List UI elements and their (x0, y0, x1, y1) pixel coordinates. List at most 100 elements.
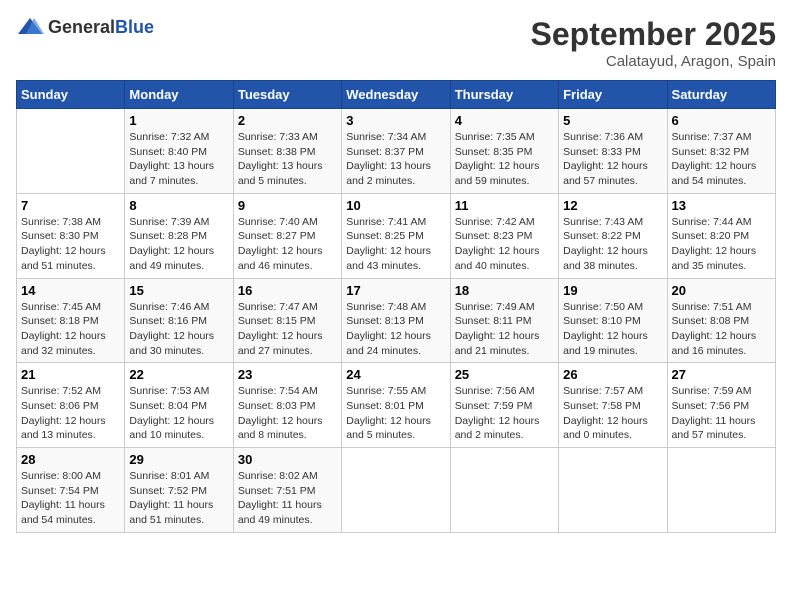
calendar-cell: 26Sunrise: 7:57 AM Sunset: 7:58 PM Dayli… (559, 363, 667, 448)
header-cell-sunday: Sunday (17, 81, 125, 109)
calendar-cell (17, 109, 125, 194)
logo-icon (16, 16, 44, 38)
day-number: 29 (129, 452, 228, 467)
calendar-cell: 28 Sunrise: 8:00 AM Sunset: 7:54 PM Dayli… (17, 448, 125, 533)
calendar-cell: 30 Sunrise: 8:02 AM Sunset: 7:51 PM Dayli… (233, 448, 341, 533)
calendar-cell: 9Sunrise: 7:40 AM Sunset: 8:27 PM Daylig… (233, 193, 341, 278)
calendar-cell: 8 Sunrise: 7:39 AM Sunset: 8:28 PM Daylig… (125, 193, 233, 278)
calendar-week-1: 1 Sunrise: 7:32 AM Sunset: 8:40 PM Daylig… (17, 109, 776, 194)
calendar-week-4: 21 Sunrise: 7:52 AM Sunset: 8:06 PM Dayli… (17, 363, 776, 448)
day-info: Sunrise: 7:35 AM Sunset: 8:35 PM Dayligh… (455, 130, 554, 189)
day-number: 15 (129, 283, 228, 298)
day-info: Sunrise: 7:52 AM Sunset: 8:06 PM Dayligh… (21, 384, 120, 443)
day-info: Sunrise: 7:46 AM Sunset: 8:16 PM Dayligh… (129, 300, 228, 359)
calendar-cell: 2Sunrise: 7:33 AM Sunset: 8:38 PM Daylig… (233, 109, 341, 194)
day-info: Sunrise: 7:55 AM Sunset: 8:01 PM Dayligh… (346, 384, 445, 443)
day-number: 20 (672, 283, 771, 298)
day-info: Sunrise: 7:57 AM Sunset: 7:58 PM Dayligh… (563, 384, 662, 443)
day-info: Sunrise: 7:48 AM Sunset: 8:13 PM Dayligh… (346, 300, 445, 359)
day-number: 5 (563, 113, 662, 128)
calendar-cell: 14 Sunrise: 7:45 AM Sunset: 8:18 PM Dayli… (17, 278, 125, 363)
day-info: Sunrise: 7:39 AM Sunset: 8:28 PM Dayligh… (129, 215, 228, 274)
day-number: 19 (563, 283, 662, 298)
day-number: 25 (455, 367, 554, 382)
day-number: 9 (238, 198, 337, 213)
day-info: Sunrise: 7:41 AM Sunset: 8:25 PM Dayligh… (346, 215, 445, 274)
calendar-week-2: 7 Sunrise: 7:38 AM Sunset: 8:30 PM Daylig… (17, 193, 776, 278)
header-cell-tuesday: Tuesday (233, 81, 341, 109)
calendar-cell (559, 448, 667, 533)
day-info: Sunrise: 7:47 AM Sunset: 8:15 PM Dayligh… (238, 300, 337, 359)
day-number: 11 (455, 198, 554, 213)
calendar-cell: 25 Sunrise: 7:56 AM Sunset: 7:59 PM Dayli… (450, 363, 558, 448)
day-info: Sunrise: 7:36 AM Sunset: 8:33 PM Dayligh… (563, 130, 662, 189)
calendar-cell: 12Sunrise: 7:43 AM Sunset: 8:22 PM Dayli… (559, 193, 667, 278)
day-number: 10 (346, 198, 445, 213)
calendar-cell: 16 Sunrise: 7:47 AM Sunset: 8:15 PM Dayli… (233, 278, 341, 363)
day-number: 21 (21, 367, 120, 382)
day-info: Sunrise: 7:38 AM Sunset: 8:30 PM Dayligh… (21, 215, 120, 274)
day-info: Sunrise: 8:02 AM Sunset: 7:51 PM Dayligh… (238, 469, 337, 528)
day-info: Sunrise: 7:42 AM Sunset: 8:23 PM Dayligh… (455, 215, 554, 274)
day-number: 23 (238, 367, 337, 382)
logo-text: GeneralBlue (48, 17, 154, 38)
calendar-week-3: 14 Sunrise: 7:45 AM Sunset: 8:18 PM Dayli… (17, 278, 776, 363)
calendar-cell: 4 Sunrise: 7:35 AM Sunset: 8:35 PM Daylig… (450, 109, 558, 194)
day-number: 12 (563, 198, 662, 213)
day-info: Sunrise: 7:50 AM Sunset: 8:10 PM Dayligh… (563, 300, 662, 359)
day-info: Sunrise: 7:51 AM Sunset: 8:08 PM Dayligh… (672, 300, 771, 359)
header-cell-friday: Friday (559, 81, 667, 109)
calendar-cell: 21 Sunrise: 7:52 AM Sunset: 8:06 PM Dayli… (17, 363, 125, 448)
calendar-cell: 11 Sunrise: 7:42 AM Sunset: 8:23 PM Dayli… (450, 193, 558, 278)
day-info: Sunrise: 7:59 AM Sunset: 7:56 PM Dayligh… (672, 384, 771, 443)
day-info: Sunrise: 7:54 AM Sunset: 8:03 PM Dayligh… (238, 384, 337, 443)
day-number: 16 (238, 283, 337, 298)
calendar-cell: 5 Sunrise: 7:36 AM Sunset: 8:33 PM Daylig… (559, 109, 667, 194)
calendar-cell: 15 Sunrise: 7:46 AM Sunset: 8:16 PM Dayli… (125, 278, 233, 363)
day-info: Sunrise: 7:53 AM Sunset: 8:04 PM Dayligh… (129, 384, 228, 443)
day-info: Sunrise: 7:37 AM Sunset: 8:32 PM Dayligh… (672, 130, 771, 189)
day-number: 28 (21, 452, 120, 467)
month-title: September 2025 (531, 16, 776, 53)
calendar-cell: 20 Sunrise: 7:51 AM Sunset: 8:08 PM Dayli… (667, 278, 775, 363)
day-info: Sunrise: 8:00 AM Sunset: 7:54 PM Dayligh… (21, 469, 120, 528)
header-cell-saturday: Saturday (667, 81, 775, 109)
calendar-cell: 24 Sunrise: 7:55 AM Sunset: 8:01 PM Dayli… (342, 363, 450, 448)
day-number: 30 (238, 452, 337, 467)
calendar-cell: 13 Sunrise: 7:44 AM Sunset: 8:20 PM Dayli… (667, 193, 775, 278)
page-header: GeneralBlue September 2025 Calatayud, Ar… (16, 16, 776, 70)
day-info: Sunrise: 7:49 AM Sunset: 8:11 PM Dayligh… (455, 300, 554, 359)
calendar-cell: 23 Sunrise: 7:54 AM Sunset: 8:03 PM Dayli… (233, 363, 341, 448)
header-cell-wednesday: Wednesday (342, 81, 450, 109)
calendar-cell: 17 Sunrise: 7:48 AM Sunset: 8:13 PM Dayli… (342, 278, 450, 363)
calendar-table: SundayMondayTuesdayWednesdayThursdayFrid… (16, 80, 776, 533)
day-info: Sunrise: 7:44 AM Sunset: 8:20 PM Dayligh… (672, 215, 771, 274)
day-number: 8 (129, 198, 228, 213)
calendar-cell: 27Sunrise: 7:59 AM Sunset: 7:56 PM Dayli… (667, 363, 775, 448)
day-info: Sunrise: 7:45 AM Sunset: 8:18 PM Dayligh… (21, 300, 120, 359)
header-cell-thursday: Thursday (450, 81, 558, 109)
day-number: 18 (455, 283, 554, 298)
calendar-cell: 19 Sunrise: 7:50 AM Sunset: 8:10 PM Dayli… (559, 278, 667, 363)
title-area: September 2025 Calatayud, Aragon, Spain (531, 16, 776, 70)
calendar-body: 1 Sunrise: 7:32 AM Sunset: 8:40 PM Daylig… (17, 109, 776, 533)
day-number: 14 (21, 283, 120, 298)
calendar-cell: 18 Sunrise: 7:49 AM Sunset: 8:11 PM Dayli… (450, 278, 558, 363)
day-number: 17 (346, 283, 445, 298)
calendar-cell: 3Sunrise: 7:34 AM Sunset: 8:37 PM Daylig… (342, 109, 450, 194)
day-info: Sunrise: 8:01 AM Sunset: 7:52 PM Dayligh… (129, 469, 228, 528)
calendar-cell (342, 448, 450, 533)
day-number: 22 (129, 367, 228, 382)
logo-blue: Blue (115, 17, 154, 37)
day-info: Sunrise: 7:56 AM Sunset: 7:59 PM Dayligh… (455, 384, 554, 443)
day-number: 7 (21, 198, 120, 213)
day-number: 13 (672, 198, 771, 213)
day-number: 24 (346, 367, 445, 382)
day-number: 1 (129, 113, 228, 128)
logo-general: General (48, 17, 115, 37)
day-number: 4 (455, 113, 554, 128)
calendar-cell: 7 Sunrise: 7:38 AM Sunset: 8:30 PM Daylig… (17, 193, 125, 278)
location-title: Calatayud, Aragon, Spain (531, 53, 776, 70)
calendar-cell (667, 448, 775, 533)
day-info: Sunrise: 7:32 AM Sunset: 8:40 PM Dayligh… (129, 130, 228, 189)
